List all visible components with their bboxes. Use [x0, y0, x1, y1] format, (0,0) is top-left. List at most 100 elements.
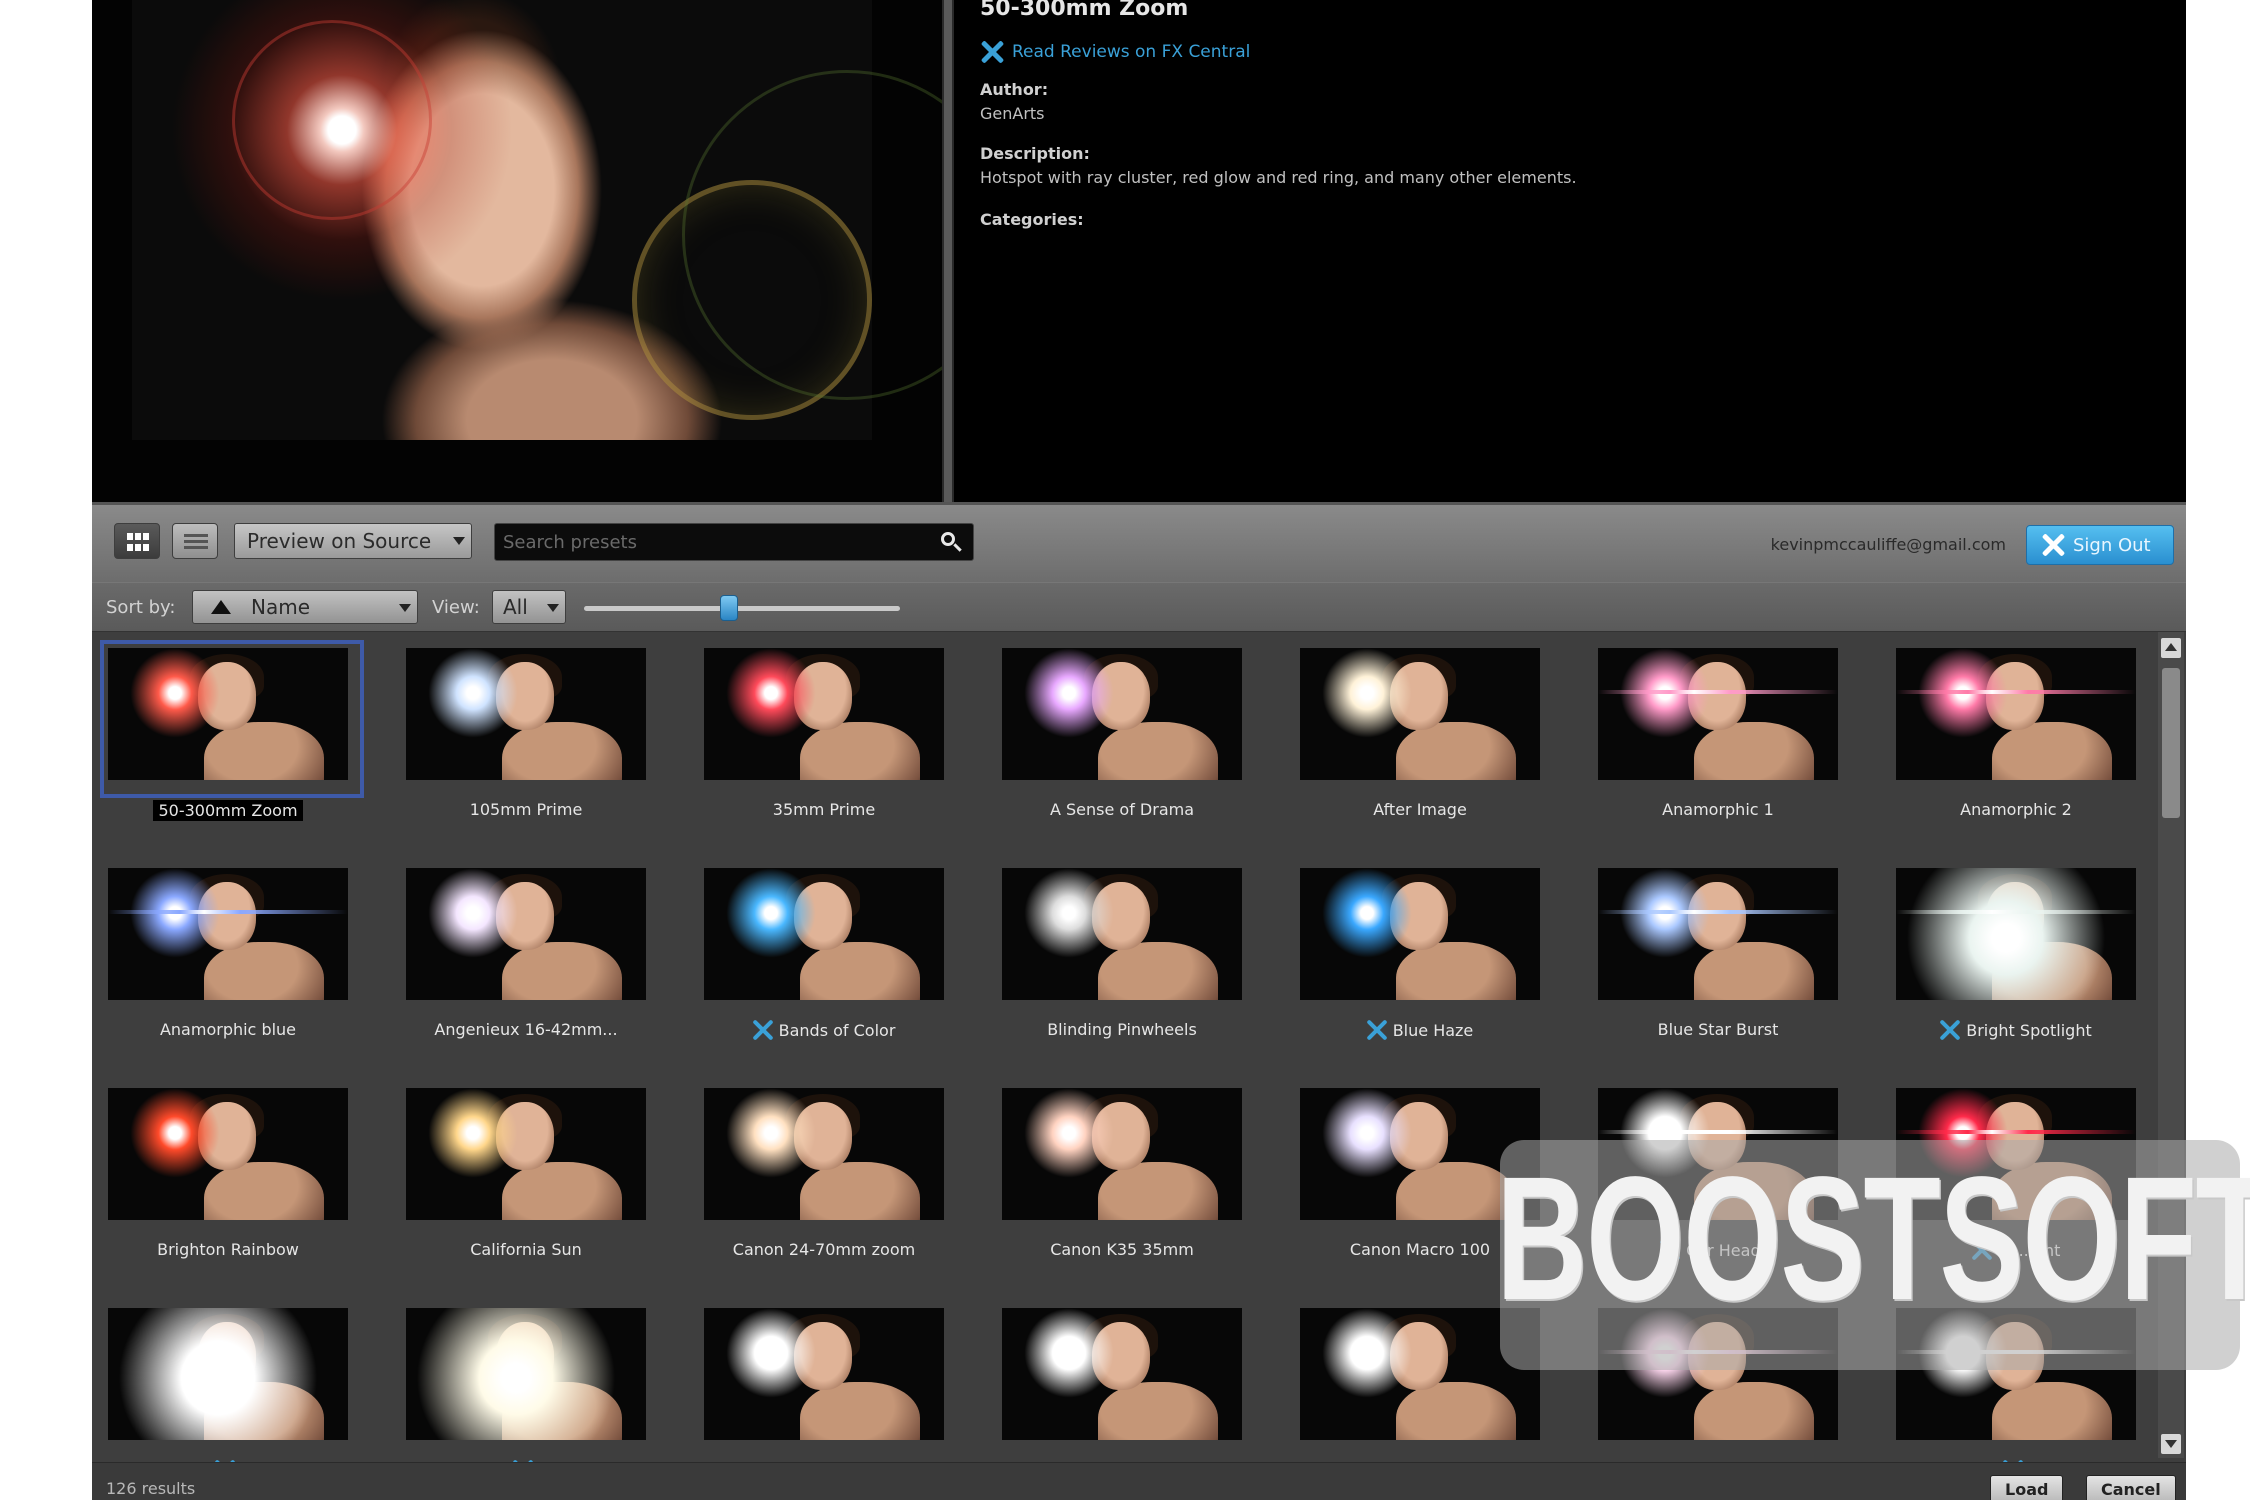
lens-flare	[1322, 1088, 1412, 1178]
preset-tile[interactable]: 105mm Prime	[406, 648, 666, 853]
preset-info-panel: 50-300mm Zoom Read Reviews on FX Central…	[954, 0, 2186, 502]
preset-thumbnail[interactable]	[704, 1308, 944, 1440]
preset-tile[interactable]: Angenieux 16-42mm...	[406, 868, 666, 1073]
preset-label[interactable]: Anamorphic 1	[1573, 800, 1863, 819]
preset-label[interactable]: Bands of Color	[679, 1020, 969, 1040]
preset-label[interactable]: Blinding Pinwheels	[977, 1020, 1267, 1039]
thumbnail-size-slider-handle[interactable]	[720, 595, 739, 621]
lens-flare	[428, 648, 518, 738]
thumbnail-size-slider[interactable]	[584, 606, 900, 611]
preset-thumbnail[interactable]	[108, 868, 348, 1000]
preset-thumbnail[interactable]	[108, 648, 348, 780]
preview-mode-dropdown[interactable]: Preview on Source	[234, 523, 472, 559]
preset-label[interactable]: Angenieux 16-42mm...	[381, 1020, 671, 1039]
preset-tile[interactable]: Canon K35 35mm	[1002, 1088, 1262, 1293]
preset-tile[interactable]: Blue Haze	[1300, 868, 1560, 1073]
sign-out-button[interactable]: Sign Out	[2026, 525, 2174, 565]
lens-flare	[1322, 648, 1412, 738]
preset-label[interactable]: Bright Spotlight	[1871, 1020, 2161, 1040]
search-box[interactable]	[494, 523, 974, 561]
preset-thumbnail[interactable]	[406, 868, 646, 1000]
reviews-link[interactable]: Read Reviews on FX Central	[980, 40, 1250, 64]
preset-label[interactable]: A Sense of Drama	[977, 800, 1267, 819]
fx-central-icon	[753, 1020, 773, 1040]
preset-label[interactable]: California Sun	[381, 1240, 671, 1259]
preset-thumbnail[interactable]	[704, 868, 944, 1000]
preset-tile[interactable]: Anamorphic 2	[1896, 648, 2156, 853]
preset-name: Canon K35 35mm	[1050, 1240, 1194, 1259]
preset-thumbnail[interactable]	[1002, 868, 1242, 1000]
list-view-button[interactable]	[172, 523, 218, 559]
preset-tile[interactable]	[704, 1308, 964, 1462]
preset-tile[interactable]: Anamorphic blue	[108, 868, 368, 1073]
scroll-thumb[interactable]	[2162, 668, 2180, 818]
preset-name: Brighton Rainbow	[157, 1240, 299, 1259]
view-dropdown[interactable]: All	[492, 590, 566, 624]
sort-dropdown[interactable]: Name	[192, 590, 418, 624]
preset-thumbnail[interactable]	[406, 1308, 646, 1440]
preset-label[interactable]: 105mm Prime	[381, 800, 671, 819]
preset-label[interactable]: Blue Haze	[1275, 1020, 1565, 1040]
preset-label[interactable]: 35mm Prime	[679, 800, 969, 819]
scroll-up-button[interactable]	[2161, 638, 2181, 658]
preset-thumbnail[interactable]	[1598, 868, 1838, 1000]
preset-tile[interactable]	[406, 1308, 666, 1462]
preset-thumbnail[interactable]	[1300, 868, 1540, 1000]
preset-thumbnail[interactable]	[406, 648, 646, 780]
preset-label[interactable]: Canon K35 35mm	[977, 1240, 1267, 1259]
preset-label[interactable]: Blue Star Burst	[1573, 1020, 1863, 1039]
grid-view-button[interactable]	[114, 523, 160, 559]
lens-flare	[726, 868, 816, 958]
preset-tile[interactable]: Brighton Rainbow	[108, 1088, 368, 1293]
preset-tile[interactable]: 50-300mm Zoom	[100, 640, 368, 853]
preset-label[interactable]: Anamorphic 2	[1871, 800, 2161, 819]
lens-flare	[1024, 1308, 1114, 1398]
preset-label[interactable]: Canon 24-70mm zoom	[679, 1240, 969, 1259]
preset-tile[interactable]: 35mm Prime	[704, 648, 964, 853]
search-icon[interactable]	[941, 532, 963, 554]
lens-flare	[118, 1308, 318, 1440]
scroll-down-button[interactable]	[2161, 1434, 2181, 1454]
preset-tile[interactable]: After Image	[1300, 648, 1560, 853]
sort-ascending-icon[interactable]	[211, 600, 231, 614]
preset-tile[interactable]	[108, 1308, 368, 1462]
chevron-down-icon	[453, 537, 465, 545]
cancel-button[interactable]: Cancel	[2086, 1475, 2176, 1500]
preset-thumbnail[interactable]	[704, 648, 944, 780]
preset-tile[interactable]	[1002, 1308, 1262, 1462]
preset-tile[interactable]: California Sun	[406, 1088, 666, 1293]
preset-thumbnail[interactable]	[1002, 648, 1242, 780]
load-button[interactable]: Load	[1990, 1475, 2064, 1500]
chevron-down-icon	[547, 604, 559, 612]
pane-divider[interactable]	[942, 0, 954, 502]
preset-thumbnail[interactable]	[1300, 648, 1540, 780]
preset-thumbnail[interactable]	[1896, 868, 2136, 1000]
preset-thumbnail[interactable]	[704, 1088, 944, 1220]
preset-tile[interactable]: Blinding Pinwheels	[1002, 868, 1262, 1073]
preset-thumbnail[interactable]	[406, 1088, 646, 1220]
flare-streak	[1598, 1130, 1838, 1134]
search-input[interactable]	[495, 524, 925, 560]
categories-label: Categories:	[980, 210, 1084, 229]
preset-thumbnail[interactable]	[1002, 1088, 1242, 1220]
preset-tile[interactable]: A Sense of Drama	[1002, 648, 1262, 853]
grid-view-icon	[127, 533, 149, 551]
preset-tile[interactable]: Bright Spotlight	[1896, 868, 2156, 1073]
preset-thumbnail[interactable]	[1598, 648, 1838, 780]
preset-thumbnail[interactable]	[108, 1088, 348, 1220]
preset-thumbnail[interactable]	[108, 1308, 348, 1440]
thumbnail-subject	[1992, 1382, 2112, 1440]
preset-thumbnail[interactable]	[1002, 1308, 1242, 1440]
preset-label[interactable]: 50-300mm Zoom	[92, 800, 373, 821]
preset-label[interactable]: Anamorphic blue	[92, 1020, 373, 1039]
preset-tile[interactable]: Blue Star Burst	[1598, 868, 1858, 1073]
preset-label[interactable]: Brighton Rainbow	[92, 1240, 373, 1259]
lens-flare	[130, 648, 220, 738]
preset-thumbnail[interactable]	[1896, 648, 2136, 780]
flare-streak	[1896, 690, 2136, 694]
preset-tile[interactable]: Canon 24-70mm zoom	[704, 1088, 964, 1293]
preset-tile[interactable]: Bands of Color	[704, 868, 964, 1073]
reviews-link-label[interactable]: Read Reviews on FX Central	[1012, 42, 1250, 62]
preset-label[interactable]: After Image	[1275, 800, 1565, 819]
preset-tile[interactable]: Anamorphic 1	[1598, 648, 1858, 853]
